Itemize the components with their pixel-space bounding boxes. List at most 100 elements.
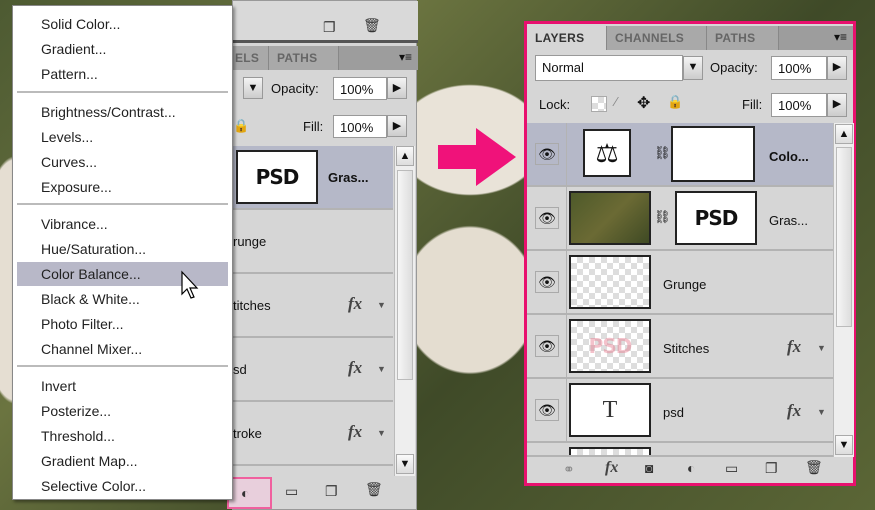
adjustment-layer-icon: ◐: [241, 485, 250, 501]
menu-item-photo-filter[interactable]: Photo Filter...: [17, 312, 228, 336]
layer-name: psd: [663, 405, 684, 420]
expand-effects-icon[interactable]: ▼: [817, 343, 826, 353]
menu-item-brightness-contrast[interactable]: Brightness/Contrast...: [17, 100, 228, 124]
menu-item-invert[interactable]: Invert: [17, 374, 228, 398]
scroll-down-button[interactable]: ▼: [396, 454, 414, 474]
panel-menu-icon[interactable]: ▾≡: [834, 30, 847, 44]
menu-item-posterize[interactable]: Posterize...: [17, 399, 228, 423]
eye-icon[interactable]: 👁: [535, 207, 559, 229]
menu-item-hue-saturation[interactable]: Hue/Saturation...: [17, 237, 228, 261]
expand-effects-icon[interactable]: ▼: [377, 428, 386, 438]
scroll-thumb[interactable]: [836, 147, 852, 327]
tab-paths[interactable]: PATHS: [707, 26, 779, 50]
layer-name: Gras...: [769, 213, 809, 228]
link-layers-icon[interactable]: ⚭: [563, 461, 575, 478]
eye-icon[interactable]: 👁: [535, 399, 559, 421]
menu-separator: [17, 91, 228, 93]
new-layer-icon[interactable]: ❐: [323, 19, 336, 36]
menu-item-selective-color[interactable]: Selective Color...: [17, 474, 228, 498]
opacity-input[interactable]: 100%: [771, 56, 827, 80]
menu-item-levels[interactable]: Levels...: [17, 125, 228, 149]
tab-channels[interactable]: CHANNELS: [607, 26, 707, 50]
menu-item-vibrance[interactable]: Vibrance...: [17, 212, 228, 236]
layer-row-psd[interactable]: 👁 T psd fx ▼: [527, 379, 833, 443]
menu-item-gradient[interactable]: Gradient...: [17, 37, 228, 61]
layer-row-grass[interactable]: 👁 ⛓ PSD Gras...: [527, 187, 833, 251]
layer-row-grass[interactable]: PSD Gras...: [233, 146, 393, 210]
layer-name: Gras...: [328, 170, 369, 185]
lock-transparent-icon[interactable]: [591, 96, 607, 112]
expand-effects-icon[interactable]: ▼: [377, 300, 386, 310]
fx-icon[interactable]: fx: [348, 422, 362, 442]
layer-row-stroke[interactable]: troke fx ▼: [233, 402, 393, 466]
expand-effects-icon[interactable]: ▼: [377, 364, 386, 374]
folder-icon[interactable]: ▭: [725, 460, 738, 477]
eye-icon[interactable]: 👁: [535, 143, 559, 165]
layer-style-icon[interactable]: fx: [605, 459, 618, 477]
layer-mask-thumbnail: [671, 126, 755, 182]
layer-row-stitches[interactable]: 👁 PSD Stitches fx ▼: [527, 315, 833, 379]
fill-input[interactable]: 100%: [333, 115, 387, 138]
fx-icon[interactable]: fx: [348, 358, 362, 378]
blend-mode-select[interactable]: Normal: [535, 55, 683, 81]
layer-row-psd[interactable]: sd fx ▼: [233, 338, 393, 402]
layer-name: Grunge: [663, 277, 707, 292]
expand-effects-icon[interactable]: ▼: [817, 407, 826, 417]
fx-icon[interactable]: fx: [787, 401, 801, 421]
layer-name: titches: [233, 298, 271, 313]
adjustment-layer-button-highlighted[interactable]: ◐: [227, 477, 272, 509]
layer-row-stitches[interactable]: titches fx ▼: [233, 274, 393, 338]
link-icon[interactable]: ⛓: [654, 209, 671, 225]
scroll-up-button[interactable]: ▲: [396, 146, 414, 166]
opacity-slider-button[interactable]: ▶: [387, 77, 407, 99]
lock-all-icon[interactable]: 🔒: [233, 118, 249, 134]
lock-move-icon[interactable]: ✥: [637, 93, 650, 113]
blend-mode-dropdown-arrow[interactable]: ▼: [243, 77, 263, 99]
fill-input[interactable]: 100%: [771, 93, 827, 117]
eye-icon[interactable]: 👁: [535, 271, 559, 293]
opacity-input[interactable]: 100%: [333, 77, 387, 100]
layers-scrollbar[interactable]: ▲ ▼: [394, 146, 415, 476]
layers-panel-left: ❐ 🗑 ELS PATHS ▾≡ ▼ Opacity: 100% ▶ 🔒 Fil…: [227, 0, 418, 510]
trash-icon[interactable]: 🗑: [805, 459, 823, 476]
opacity-slider-button[interactable]: ▶: [827, 56, 847, 80]
add-mask-icon[interactable]: ◙: [645, 460, 653, 476]
menu-item-gradient-map[interactable]: Gradient Map...: [17, 449, 228, 473]
fx-icon[interactable]: fx: [348, 294, 362, 314]
fill-slider-button[interactable]: ▶: [387, 115, 407, 137]
layer-row-partial[interactable]: [527, 443, 833, 457]
menu-item-exposure[interactable]: Exposure...: [17, 175, 228, 199]
panel-menu-icon[interactable]: ▾≡: [399, 50, 412, 64]
trash-icon[interactable]: 🗑: [363, 17, 381, 34]
menu-item-pattern[interactable]: Pattern...: [17, 62, 228, 86]
blend-mode-dropdown-arrow[interactable]: ▼: [683, 56, 703, 80]
lock-all-icon[interactable]: 🔒: [667, 94, 683, 110]
tab-layers[interactable]: LAYERS: [527, 26, 607, 50]
eye-icon[interactable]: 👁: [535, 335, 559, 357]
tab-bar: LAYERS CHANNELS PATHS ▾≡: [527, 26, 853, 50]
tab-paths[interactable]: PATHS: [269, 46, 339, 70]
scroll-down-button[interactable]: ▼: [835, 435, 853, 455]
folder-icon[interactable]: ▭: [285, 483, 298, 500]
layer-row-grunge[interactable]: 👁 Grunge: [527, 251, 833, 315]
layer-row-color-balance[interactable]: 👁 ⚖ ⛓ Colo...: [527, 123, 833, 187]
menu-item-curves[interactable]: Curves...: [17, 150, 228, 174]
new-layer-icon[interactable]: ❐: [765, 460, 778, 477]
pointer-arrow-icon: [438, 128, 516, 186]
new-layer-icon[interactable]: ❐: [325, 483, 338, 500]
menu-item-channel-mixer[interactable]: Channel Mixer...: [17, 337, 228, 361]
layer-row-grunge[interactable]: runge: [233, 210, 393, 274]
layer-name: Stitches: [663, 341, 710, 356]
menu-item-threshold[interactable]: Threshold...: [17, 424, 228, 448]
tab-channels[interactable]: ELS: [233, 46, 269, 70]
scroll-up-button[interactable]: ▲: [835, 124, 853, 144]
adjustment-layer-icon[interactable]: ◐: [687, 460, 695, 476]
menu-item-solid-color[interactable]: Solid Color...: [17, 12, 228, 36]
scroll-thumb[interactable]: [397, 170, 413, 380]
fill-slider-button[interactable]: ▶: [827, 93, 847, 117]
link-icon[interactable]: ⛓: [654, 145, 671, 161]
lock-brush-icon[interactable]: ⁄: [615, 94, 617, 109]
fx-icon[interactable]: fx: [787, 337, 801, 357]
layers-scrollbar[interactable]: ▲ ▼: [833, 123, 854, 457]
trash-icon[interactable]: 🗑: [365, 481, 383, 498]
